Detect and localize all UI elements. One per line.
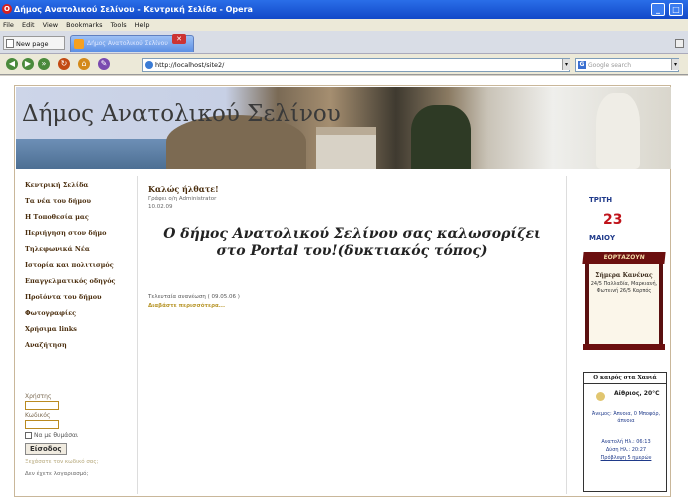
- nav-links[interactable]: Χρήσιμα links: [25, 321, 145, 337]
- menu-view[interactable]: View: [43, 21, 58, 29]
- tab-bar: New page Δήμος Ανατολικού Σελίνου ✕: [0, 31, 688, 54]
- login-form: Χρήστης Κωδικός Να με θυμάσαι Είσοδος Ξε…: [25, 391, 145, 477]
- feasts-scroll: ΕΟΡΤΑΖΟΥΝ Σήμερα Κανένας 24/5 Παλλαδία, …: [582, 252, 666, 350]
- forward-icon[interactable]: ▶: [22, 58, 34, 70]
- title-bar: O Δήμος Ανατολικού Σελίνου - Κεντρική Σε…: [0, 0, 688, 19]
- new-page-button[interactable]: New page: [3, 36, 65, 50]
- favicon-icon: [74, 39, 84, 49]
- banner-trees: [411, 105, 471, 169]
- site-frame: Δήμος Ανατολικού Σελίνου Κεντρική Σελίδα…: [14, 85, 671, 497]
- navigation-toolbar: ◀ ▶ » ↻ ⌂ ✎ http://localhost/site2/ ▾ G …: [0, 54, 688, 75]
- weather-forecast-link[interactable]: Πρόβλεψη 5 ημερών: [586, 455, 666, 462]
- weather-wind: Άνεμος: Άπνοια, 0 Μποφόρ, άπνοια: [591, 411, 661, 424]
- feasts-scroll-bottom: [583, 344, 665, 350]
- reload-icon[interactable]: ↻: [58, 58, 70, 70]
- weather-box: Ο καιρός στα Χανιά Αίθριος, 20°C Άνεμος:…: [583, 372, 667, 492]
- right-column: ΤΡΙΤΗ 23 ΜΑΙΟΥ ΕΟΡΤΑΖΟΥΝ Σήμερα Κανένας …: [581, 176, 669, 494]
- address-text: http://localhost/site2/: [155, 61, 225, 69]
- maximize-button[interactable]: □: [669, 3, 683, 16]
- forgot-password-link[interactable]: Ξεχάσατε τον κωδικό σας;: [25, 459, 145, 465]
- tab-label: Δήμος Ανατολικού Σελίνου: [87, 40, 168, 47]
- nav-history[interactable]: Ιστορία και πολιτισμός: [25, 257, 145, 273]
- nav-tour[interactable]: Περιήγηση στον δήμο: [25, 225, 145, 241]
- menu-bar: File Edit View Bookmarks Tools Help: [0, 19, 688, 31]
- nav-photos[interactable]: Φωτογραφίες: [25, 305, 145, 321]
- wand-icon[interactable]: ✎: [98, 58, 110, 70]
- menu-bookmarks[interactable]: Bookmarks: [66, 21, 102, 29]
- back-icon[interactable]: ◀: [6, 58, 18, 70]
- address-dropdown-icon[interactable]: ▾: [562, 59, 570, 70]
- search-input[interactable]: G Google search: [575, 58, 679, 72]
- weather-sunrise: Ανατολή Ηλ.: 06:13: [601, 439, 651, 445]
- nav-location[interactable]: Η Τοποθεσία μας: [25, 209, 145, 225]
- password-input[interactable]: [25, 420, 59, 429]
- search-dropdown-icon[interactable]: ▾: [671, 59, 679, 70]
- trash-icon[interactable]: [675, 39, 684, 48]
- menu-help[interactable]: Help: [135, 21, 150, 29]
- home-icon[interactable]: ⌂: [78, 58, 90, 70]
- banner-statue: [596, 93, 640, 169]
- feasts-today: Σήμερα Κανένας: [595, 272, 653, 279]
- page-icon: [6, 39, 14, 48]
- read-more-link[interactable]: Διαβάστε περισσότερα...: [148, 303, 566, 309]
- welcome-headline: Ο δήμος Ανατολικού Σελίνου σας καλωσορίζ…: [163, 226, 541, 259]
- article-date: 10.02.09: [148, 204, 173, 210]
- article-title: Καλώς ήλθατε!: [148, 184, 219, 194]
- menu-edit[interactable]: Edit: [22, 21, 35, 29]
- nav-business-guide[interactable]: Επαγγελματικός οδηγός: [25, 273, 145, 289]
- minimize-button[interactable]: _: [651, 3, 665, 16]
- remember-checkbox[interactable]: [25, 432, 32, 439]
- nav-products[interactable]: Προϊόντα του δήμου: [25, 289, 145, 305]
- feasts-list: 24/5 Παλλαδία, Μαρκιανή, Φωτεινή 26/5 Κα…: [590, 281, 658, 294]
- nav-home[interactable]: Κεντρική Σελίδα: [25, 177, 145, 193]
- weather-title: Ο καιρός στα Χανιά: [584, 373, 666, 384]
- window-title: Δήμος Ανατολικού Σελίνου - Κεντρική Σελί…: [14, 5, 253, 14]
- main-menu: Κεντρική Σελίδα Τα νέα του δήμου Η Τοποθ…: [25, 177, 145, 495]
- site-banner: Δήμος Ανατολικού Σελίνου: [16, 87, 671, 169]
- remember-label: Να με θυμάσαι: [34, 432, 79, 439]
- remember-me[interactable]: Να με θυμάσαι: [25, 431, 145, 440]
- browser-window: O Δήμος Ανατολικού Σελίνου - Κεντρική Σε…: [0, 0, 688, 497]
- banner-sea: [16, 139, 186, 169]
- address-field[interactable]: http://localhost/site2/: [142, 58, 570, 72]
- nav-phone-news[interactable]: Τηλεφωνικά Νέα: [25, 241, 145, 257]
- tab-close-icon[interactable]: ✕: [172, 34, 186, 44]
- calendar-day-number: 23: [603, 212, 623, 228]
- sun-icon: [596, 392, 605, 401]
- calendar-day-name: ΤΡΙΤΗ: [589, 196, 613, 204]
- password-label: Κωδικός: [25, 412, 51, 419]
- article-author: Γράφει ο/η Administrator: [148, 196, 217, 202]
- new-page-label: New page: [16, 40, 49, 48]
- weather-condition: Αίθριος, 20°C: [614, 390, 660, 397]
- search-placeholder: Google search: [588, 62, 631, 69]
- no-account-text: Δεν έχετε λογαριασμό;: [25, 471, 89, 477]
- nav-search[interactable]: Αναζήτηση: [25, 337, 145, 353]
- last-modified: Τελευταία ανανέωση ( 09.05.06 ): [148, 294, 240, 300]
- site-title: Δήμος Ανατολικού Σελίνου: [22, 101, 341, 127]
- username-input[interactable]: [25, 401, 59, 410]
- main-content: Καλώς ήλθατε! Γράφει ο/η Administrator 1…: [137, 176, 567, 494]
- weather-sunset: Δύση Ηλ.: 20:27: [605, 447, 647, 453]
- google-icon: G: [578, 61, 586, 69]
- feasts-title: ΕΟΡΤΑΖΟΥΝ: [582, 252, 666, 264]
- opera-icon: O: [2, 4, 12, 14]
- menu-tools[interactable]: Tools: [111, 21, 127, 29]
- fast-forward-icon[interactable]: »: [38, 58, 50, 70]
- calendar-month: ΜΑΙΟΥ: [589, 234, 616, 242]
- menu-file[interactable]: File: [3, 21, 14, 29]
- nav-news[interactable]: Τα νέα του δήμου: [25, 193, 145, 209]
- page-viewport: Δήμος Ανατολικού Σελίνου Κεντρική Σελίδα…: [0, 76, 688, 497]
- login-button[interactable]: Είσοδος: [25, 443, 67, 455]
- site-info-icon: [145, 61, 153, 69]
- username-label: Χρήστης: [25, 393, 52, 400]
- banner-church: [316, 127, 376, 169]
